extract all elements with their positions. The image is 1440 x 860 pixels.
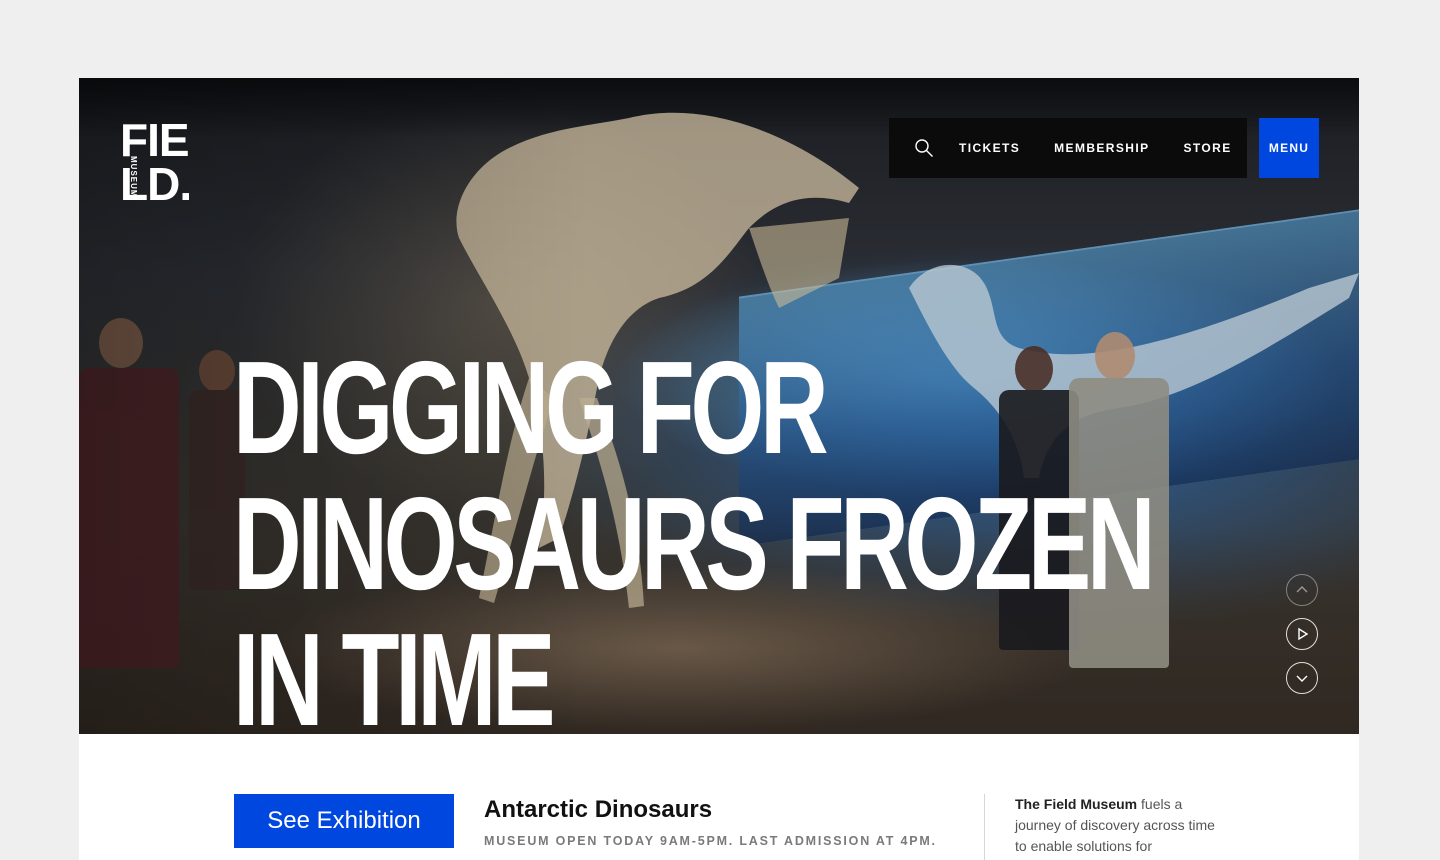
chevron-up-icon [1296,586,1308,593]
chevron-down-icon [1296,675,1308,682]
exhibit-hours: MUSEUM OPEN TODAY 9AM-5PM. LAST ADMISSIO… [484,834,937,848]
play-button[interactable] [1286,618,1318,650]
search-button[interactable] [889,118,959,178]
hero-controls [1286,574,1319,706]
section-divider [984,794,985,860]
about-text: The Field Museum fuels a journey of disc… [1015,794,1215,857]
play-icon [1298,627,1309,641]
field-museum-logo[interactable]: FIE LD. MUSEUM [120,117,210,210]
exhibit-title: Antarctic Dinosaurs [484,796,713,823]
hero-headline: DIGGING FOR DINOSAURS FROZEN IN TIME [233,334,1156,735]
see-exhibition-button[interactable]: See Exhibition [234,794,454,848]
scroll-down-button[interactable] [1286,662,1318,694]
nav-link-store[interactable]: STORE [1183,141,1231,155]
search-icon [915,139,933,157]
page-frame: FIE LD. MUSEUM TICKETS MEMBERSHIP STORE … [79,78,1359,860]
nav-link-membership[interactable]: MEMBERSHIP [1054,141,1149,155]
logo-museum-text: MUSEUM [129,156,138,198]
about-strong: The Field Museum [1015,796,1138,812]
nav-link-tickets[interactable]: TICKETS [959,141,1020,155]
scroll-up-button[interactable] [1286,574,1318,606]
exhibit-info-section: See Exhibition Antarctic Dinosaurs MUSEU… [79,734,1359,860]
menu-button[interactable]: MENU [1259,118,1319,178]
hero-section: FIE LD. MUSEUM TICKETS MEMBERSHIP STORE … [79,78,1359,734]
top-navigation: TICKETS MEMBERSHIP STORE [889,118,1247,178]
